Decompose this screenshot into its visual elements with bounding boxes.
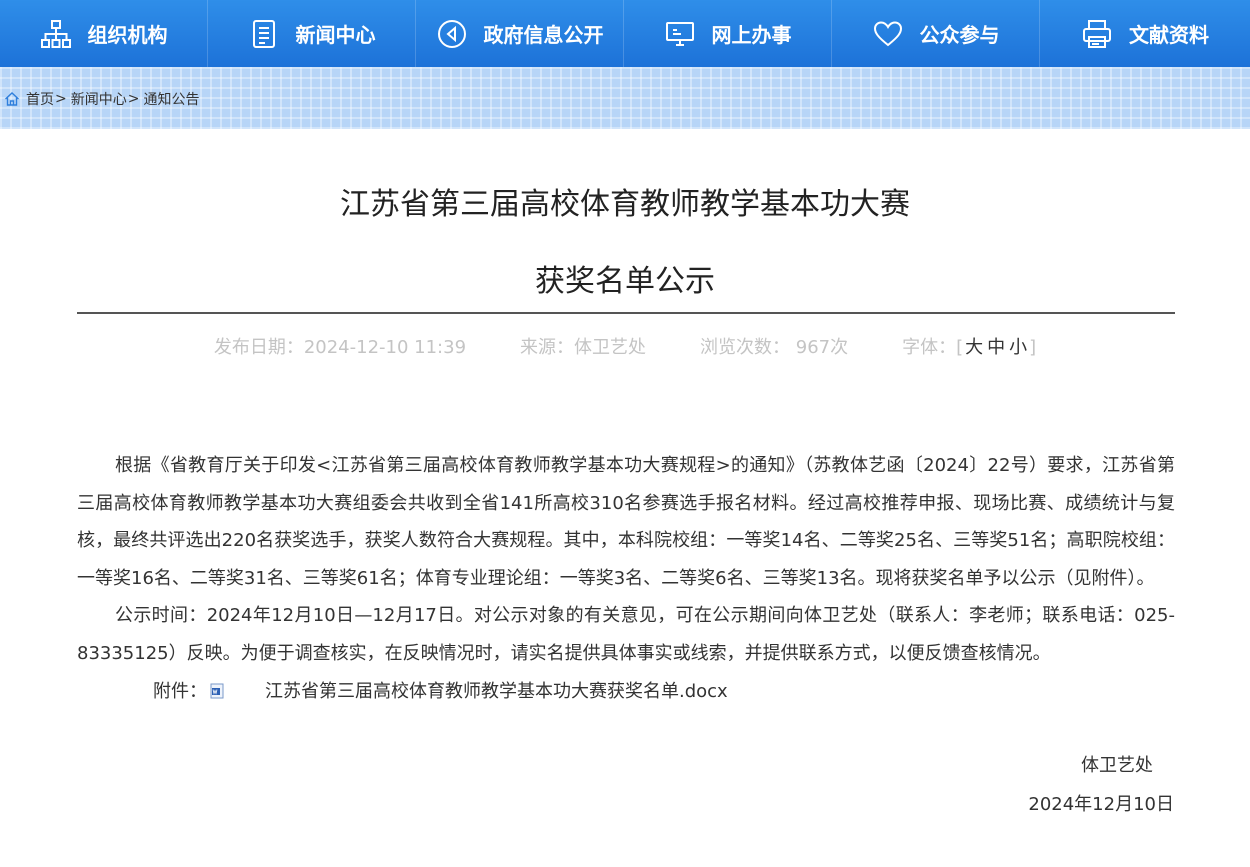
play-circle-icon bbox=[436, 18, 468, 50]
article-title: 江苏省第三届高校体育教师教学基本功大赛 bbox=[340, 187, 910, 222]
document-icon bbox=[248, 18, 280, 50]
printer-icon bbox=[1081, 18, 1113, 50]
article-body: 根据《省教育厅关于印发<江苏省第三届高校体育教师教学基本功大赛规程>的通知》（苏… bbox=[77, 447, 1175, 710]
nav-item-online-service[interactable]: 网上办事 bbox=[624, 0, 832, 67]
breadcrumb-news-link[interactable]: 新闻中心 bbox=[71, 89, 127, 109]
monitor-icon bbox=[664, 18, 696, 50]
nav-label: 网上办事 bbox=[711, 23, 792, 47]
nav-label: 新闻中心 bbox=[295, 23, 376, 47]
breadcrumb-home-link[interactable]: 首页 bbox=[26, 89, 54, 109]
body-paragraph-2: 公示时间：2024年12月10日—12月17日。对公示对象的有关意见，可在公示期… bbox=[77, 605, 1175, 664]
font-size-switcher: 字体：[大中小] bbox=[902, 333, 1036, 359]
main-nav: 组织机构 新闻中心 政府信息公开 网上办事 公众参与 文献资料 bbox=[0, 0, 1250, 67]
publish-date: 发布日期：2024-12-10 11:39 bbox=[213, 337, 467, 358]
attachment-row: 附件： 江苏省第三届高校体育教师教学基本功大赛获奖名单.docx bbox=[77, 673, 1175, 711]
nav-label: 文献资料 bbox=[1129, 23, 1209, 47]
attachment-link[interactable]: 江苏省第三届高校体育教师教学基本功大赛获奖名单.docx bbox=[227, 673, 728, 711]
font-size-label: 字体：[ bbox=[902, 337, 964, 358]
breadcrumb: 首页 > 新闻中心 > 通知公告 bbox=[4, 89, 199, 109]
article-subtitle: 获奖名单公示 bbox=[535, 264, 715, 299]
home-icon bbox=[5, 92, 19, 106]
nav-item-gov-info[interactable]: 政府信息公开 bbox=[416, 0, 624, 67]
view-count: 浏览次数： 967次 bbox=[700, 337, 849, 358]
breadcrumb-band: 首页 > 新闻中心 > 通知公告 bbox=[0, 67, 1250, 129]
article-source: 来源：体卫艺处 bbox=[520, 337, 647, 358]
word-doc-icon bbox=[210, 683, 224, 699]
font-size-large-link[interactable]: 大 bbox=[965, 337, 983, 358]
nav-label: 政府信息公开 bbox=[483, 23, 604, 47]
body-paragraph-1: 根据《省教育厅关于印发<江苏省第三届高校体育教师教学基本功大赛规程>的通知》（苏… bbox=[77, 455, 1175, 589]
signature-date: 2024年12月10日 bbox=[1028, 794, 1174, 815]
nav-item-literature[interactable]: 文献资料 bbox=[1040, 0, 1250, 67]
font-size-bracket: ] bbox=[1029, 337, 1037, 358]
nav-item-news[interactable]: 新闻中心 bbox=[208, 0, 416, 67]
breadcrumb-separator: > bbox=[55, 91, 67, 107]
nav-item-public-participation[interactable]: 公众参与 bbox=[832, 0, 1040, 67]
breadcrumb-notice-link[interactable]: 通知公告 bbox=[143, 89, 199, 109]
attachment-label: 附件： bbox=[153, 680, 207, 702]
heart-icon bbox=[872, 18, 904, 50]
breadcrumb-separator: > bbox=[127, 91, 140, 107]
article-container: 江苏省第三届高校体育教师教学基本功大赛 获奖名单公示 发布日期：2024-12-… bbox=[0, 129, 1250, 867]
font-size-medium-link[interactable]: 中 bbox=[987, 337, 1005, 358]
nav-item-organization[interactable]: 组织机构 bbox=[0, 0, 208, 67]
nav-label: 公众参与 bbox=[919, 23, 1000, 47]
font-size-small-link[interactable]: 小 bbox=[1009, 337, 1027, 358]
article-meta: 发布日期：2024-12-10 11:39 来源：体卫艺处 浏览次数： 967次… bbox=[0, 334, 1250, 358]
signature-dept: 体卫艺处 bbox=[1081, 755, 1153, 776]
title-divider bbox=[77, 312, 1175, 314]
nav-label: 组织机构 bbox=[87, 23, 168, 47]
org-chart-icon bbox=[40, 18, 72, 50]
